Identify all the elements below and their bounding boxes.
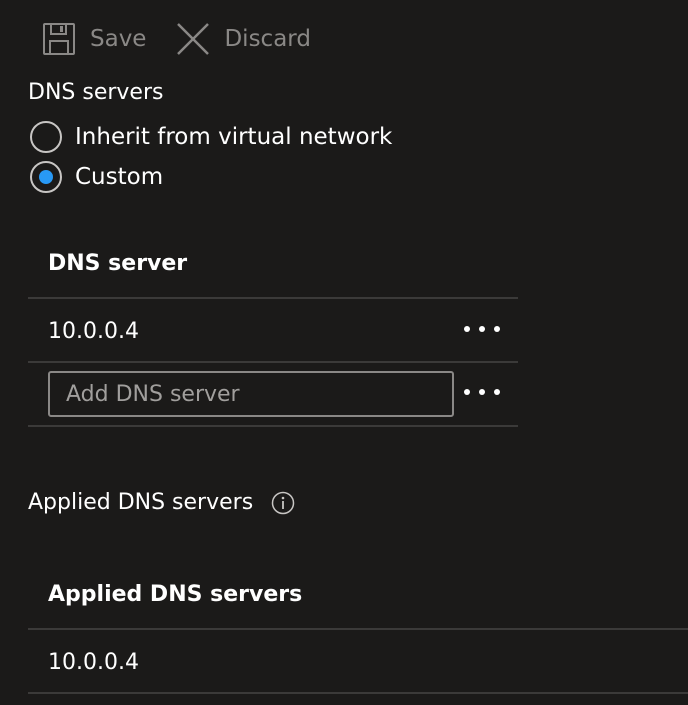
save-button[interactable]: Save [42,22,146,56]
ellipsis-icon [464,326,470,332]
radio-inherit-from-virtual-network[interactable]: Inherit from virtual network [30,121,392,153]
input-more-options-button[interactable] [464,382,500,402]
info-icon[interactable] [271,491,295,515]
discard-button[interactable]: Discard [176,22,311,56]
ellipsis-dot [479,389,485,395]
row-more-options-button[interactable] [464,319,500,339]
applied-dns-servers-column-header: Applied DNS servers [48,582,303,607]
divider [28,361,518,363]
save-icon [43,23,75,55]
divider [28,425,518,427]
save-label: Save [90,26,147,52]
radio-unchecked-icon[interactable] [30,121,62,153]
ellipsis-dot [494,326,500,332]
dns-settings-page: Save Discard DNS servers Inherit from vi… [0,0,688,705]
ellipsis-dot [479,326,485,332]
dns-server-row-value: 10.0.0.4 [48,319,139,344]
discard-label: Discard [224,26,311,52]
divider [28,692,688,694]
radio-label: Inherit from virtual network [75,124,393,150]
radio-label: Custom [75,164,164,190]
ellipsis-icon [464,389,470,395]
radio-checked-icon[interactable] [30,161,62,193]
applied-dns-servers-label: Applied DNS servers [28,490,295,515]
dns-server-column-header: DNS server [48,251,188,276]
dns-servers-label: DNS servers [28,80,164,105]
divider [28,297,518,299]
close-icon [177,23,210,55]
radio-custom[interactable]: Custom [30,161,163,193]
applied-dns-servers-label-text: Applied DNS servers [28,490,254,515]
add-dns-server-input[interactable] [48,371,454,417]
divider [28,628,688,630]
command-bar: Save Discard [42,18,341,60]
applied-dns-server-row-value: 10.0.0.4 [48,650,139,675]
ellipsis-dot [494,389,500,395]
